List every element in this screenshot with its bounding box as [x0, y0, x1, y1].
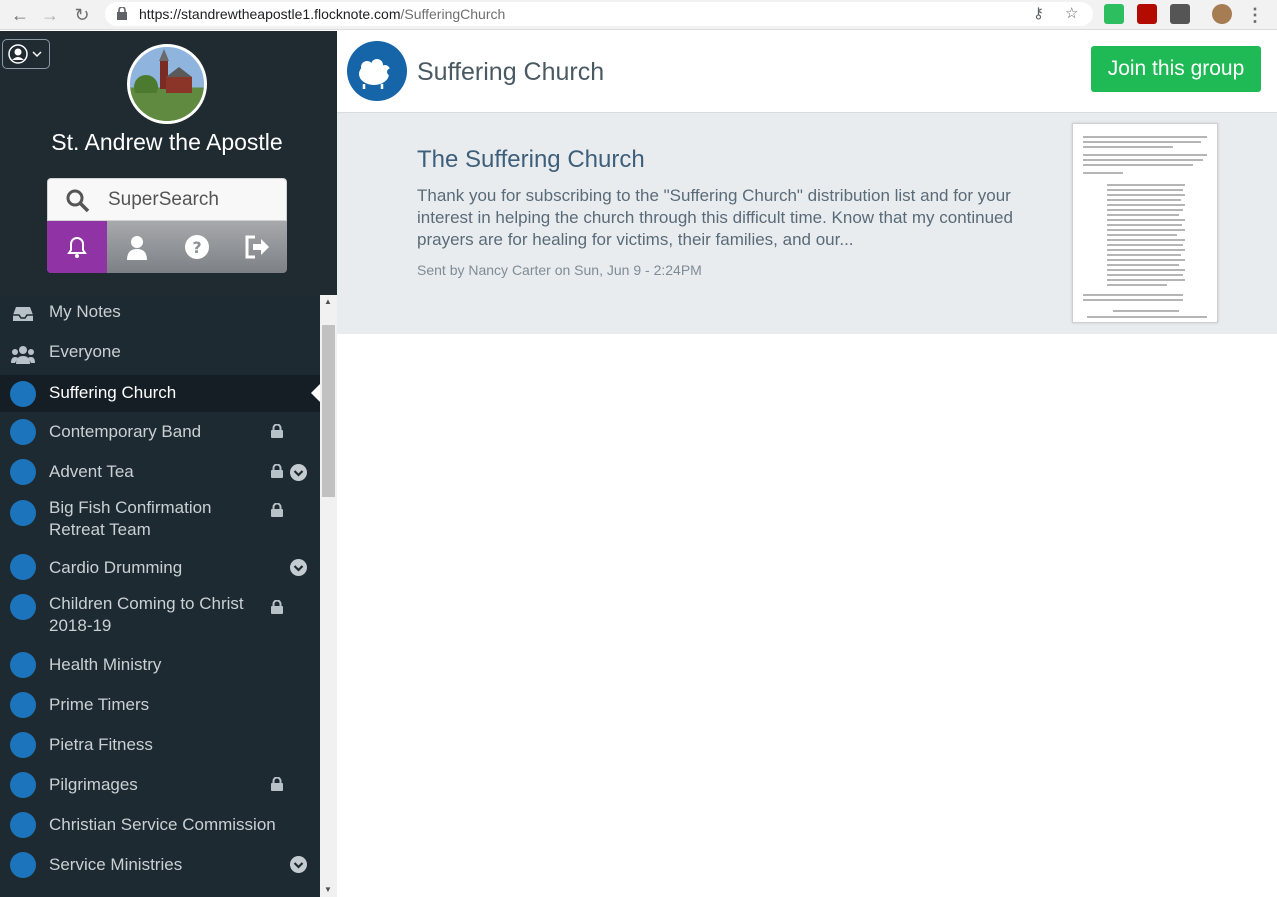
sidebar-item-service-ministries[interactable]: Service Ministries: [0, 845, 320, 885]
star-icon[interactable]: ☆: [1065, 4, 1078, 22]
org-avatar: [127, 44, 207, 124]
group-icon: [10, 419, 36, 445]
browser-toolbar: ← → ↻ https://standrewtheapostle1.flockn…: [0, 0, 1277, 30]
group-icon: [10, 381, 36, 407]
sidebar-scrollbar[interactable]: ▲ ▼: [320, 295, 337, 897]
address-bar[interactable]: https://standrewtheapostle1.flocknote.co…: [105, 2, 1093, 26]
lock-icon: [271, 464, 283, 478]
group-icon: [10, 459, 36, 485]
chevron-down-icon[interactable]: [290, 856, 307, 873]
sidebar-header: St. Andrew the Apostle SuperSearch ?: [0, 31, 337, 295]
sidebar-item-contemporary-band[interactable]: Contemporary Band: [0, 412, 320, 452]
logout-icon: [245, 235, 269, 259]
bell-icon: [67, 237, 87, 258]
pdf-extension-icon[interactable]: [1137, 4, 1157, 24]
help-button[interactable]: ?: [167, 221, 227, 273]
join-group-button[interactable]: Join this group: [1091, 46, 1261, 92]
lock-icon: [271, 600, 283, 614]
note-title[interactable]: The Suffering Church: [417, 146, 645, 174]
menu-icon[interactable]: ⋮: [1243, 3, 1267, 27]
search-placeholder: SuperSearch: [108, 189, 219, 210]
group-icon: [10, 652, 36, 678]
lock-icon: [271, 777, 283, 791]
note-thumbnail[interactable]: [1072, 123, 1218, 323]
notifications-button[interactable]: [47, 221, 107, 273]
lock-icon: [271, 424, 283, 438]
group-icon: [10, 732, 36, 758]
group-icon: [10, 594, 36, 620]
people-icon: [11, 346, 35, 364]
search-input[interactable]: SuperSearch: [47, 178, 287, 221]
group-icon: [10, 772, 36, 798]
user-icon: [127, 236, 147, 260]
user-circle-icon: [8, 44, 42, 64]
org-name[interactable]: St. Andrew the Apostle: [0, 129, 334, 156]
sidebar-item-advent-tea[interactable]: Advent Tea: [0, 452, 320, 492]
page-title: Suffering Church: [417, 58, 605, 86]
inbox-icon: [13, 307, 33, 321]
sidebar-item-everyone[interactable]: Everyone: [0, 335, 320, 375]
logout-button[interactable]: [227, 221, 287, 273]
shield-extension-icon[interactable]: [1170, 4, 1190, 24]
sidebar-item-prime-timers[interactable]: Prime Timers: [0, 685, 320, 725]
sheep-icon: [359, 59, 397, 89]
lock-icon: [117, 7, 127, 20]
key-icon[interactable]: ⚷: [1033, 4, 1044, 22]
sidebar-item-big-fish[interactable]: Big Fish Confirmation Retreat Team: [0, 492, 320, 548]
profile-button[interactable]: [107, 221, 167, 273]
group-list: My Notes Everyone Suffering Church Conte…: [0, 295, 337, 897]
scroll-up-arrow[interactable]: ▲: [324, 297, 332, 306]
help-icon: ?: [185, 235, 209, 259]
lock-icon: [271, 503, 283, 517]
sidebar-item-my-notes[interactable]: My Notes: [0, 295, 320, 335]
sidebar-item-children-coming-to-christ[interactable]: Children Coming to Christ 2018-19: [0, 588, 320, 645]
active-indicator: [311, 384, 320, 402]
evernote-extension-icon[interactable]: [1104, 4, 1124, 24]
quick-actions: ?: [47, 221, 287, 273]
group-icon: [10, 852, 36, 878]
group-icon: [10, 812, 36, 838]
search-icon: [66, 189, 90, 213]
group-logo: [347, 41, 407, 101]
chevron-down-icon[interactable]: [290, 559, 307, 576]
sidebar: St. Andrew the Apostle SuperSearch ? My …: [0, 31, 337, 897]
url-text: https://standrewtheapostle1.flocknote.co…: [139, 6, 506, 22]
group-icon: [10, 500, 36, 526]
back-icon[interactable]: ←: [8, 3, 32, 27]
group-icon: [10, 692, 36, 718]
account-menu-button[interactable]: [2, 39, 50, 69]
note-card[interactable]: The Suffering Church Thank you for subsc…: [337, 113, 1277, 334]
sidebar-item-cardio-drumming[interactable]: Cardio Drumming: [0, 548, 320, 588]
forward-icon[interactable]: →: [38, 3, 62, 27]
scroll-down-arrow[interactable]: ▼: [324, 885, 332, 894]
chevron-down-icon[interactable]: [290, 464, 307, 481]
sidebar-item-suffering-church[interactable]: Suffering Church: [0, 375, 320, 412]
note-meta: Sent by Nancy Carter on Sun, Jun 9 - 2:2…: [417, 262, 702, 278]
profile-avatar[interactable]: [1212, 4, 1232, 24]
svg-text:?: ?: [192, 238, 201, 257]
sidebar-item-christian-service-commission[interactable]: Christian Service Commission: [0, 805, 320, 845]
group-icon: [10, 554, 36, 580]
sidebar-item-pietra-fitness[interactable]: Pietra Fitness: [0, 725, 320, 765]
note-excerpt: Thank you for subscribing to the "Suffer…: [417, 186, 1013, 249]
sidebar-item-pilgrimages[interactable]: Pilgrimages: [0, 765, 320, 805]
sidebar-item-health-ministry[interactable]: Health Ministry: [0, 645, 320, 685]
group-header: Suffering Church Join this group: [337, 31, 1277, 113]
reload-icon[interactable]: ↻: [70, 3, 94, 27]
scrollbar-thumb[interactable]: [322, 325, 335, 497]
